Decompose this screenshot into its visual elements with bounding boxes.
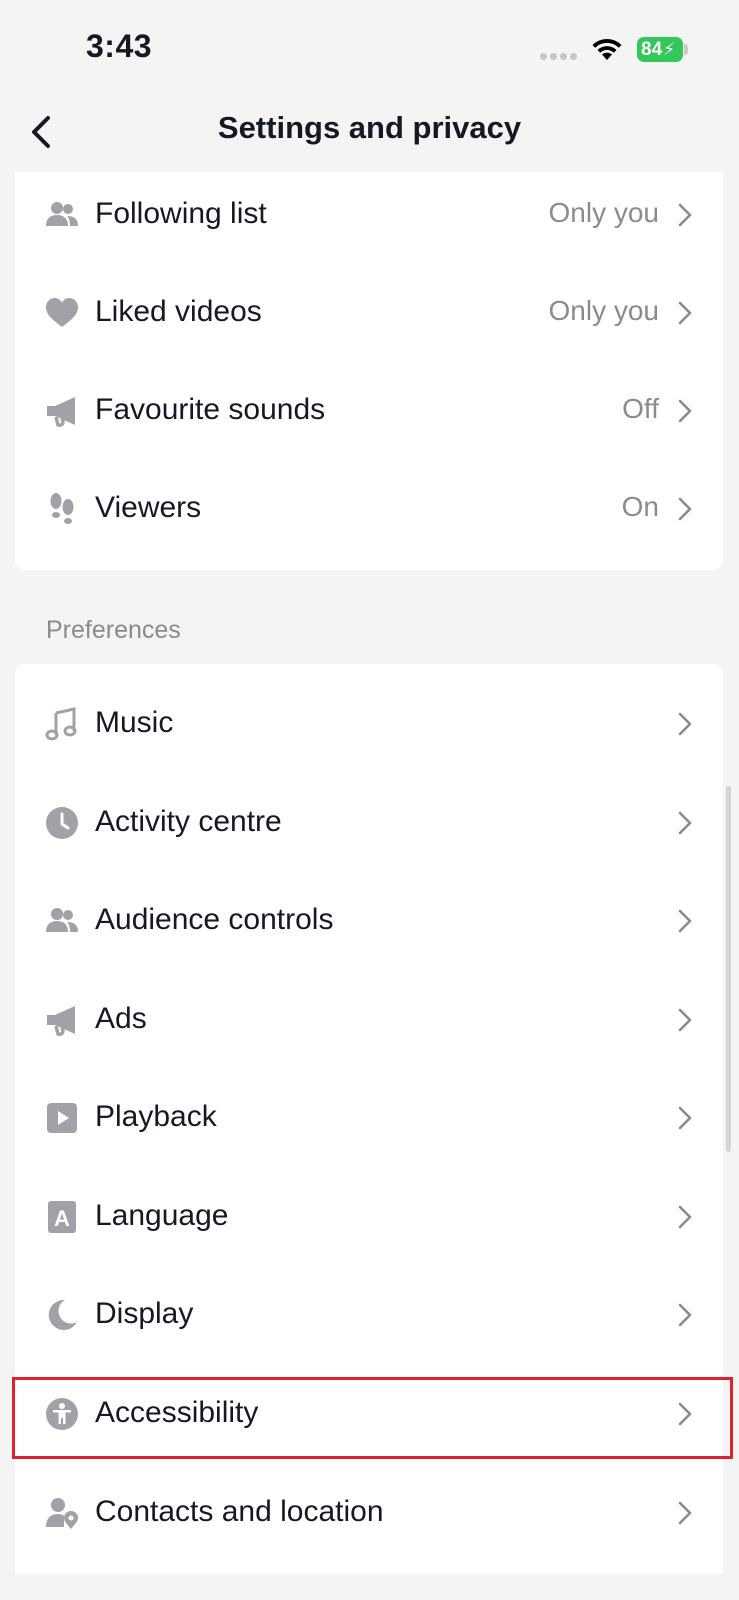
chevron-right-icon: [678, 811, 692, 835]
page-title: Settings and privacy: [217, 110, 522, 145]
chevron-right-icon: [678, 203, 692, 227]
megaphone-icon: [47, 1006, 75, 1036]
row-value: On: [621, 491, 659, 522]
row-label: Accessibility: [95, 1396, 259, 1429]
row-music[interactable]: Music: [15, 675, 723, 773]
row-display[interactable]: Display: [15, 1266, 723, 1364]
people-icon: [46, 908, 78, 932]
row-language[interactable]: A Language: [15, 1168, 723, 1266]
status-time: 3:43: [86, 28, 153, 64]
row-favourite-sounds[interactable]: Favourite sounds Off: [15, 362, 723, 460]
row-label: Audience controls: [95, 903, 334, 936]
row-label: Music: [95, 706, 174, 739]
chevron-right-icon: [678, 1106, 692, 1130]
row-accessibility[interactable]: Accessibility: [15, 1365, 723, 1463]
scrollbar[interactable]: [726, 786, 731, 1152]
cellular-signal-icon: [540, 53, 578, 61]
row-label: Contacts and location: [95, 1495, 384, 1528]
row-liked-videos[interactable]: Liked videos Only you: [15, 264, 723, 362]
row-label: Viewers: [95, 491, 202, 524]
battery-icon: 84 ⚡: [637, 37, 683, 62]
people-icon: [46, 202, 78, 226]
row-viewers[interactable]: Viewers On: [15, 460, 723, 558]
row-value: Off: [622, 393, 659, 424]
row-following-list[interactable]: Following list Only you: [15, 166, 723, 264]
battery-level: 84: [641, 38, 663, 60]
status-bar: 3:43 84 ⚡: [0, 0, 739, 96]
chevron-right-icon: [678, 497, 692, 521]
person-location-icon: [46, 1498, 78, 1529]
row-label: Favourite sounds: [95, 393, 326, 426]
row-label: Activity centre: [95, 805, 282, 838]
battery-cap: [684, 44, 688, 55]
row-label: Liked videos: [95, 295, 262, 328]
heart-icon: [46, 298, 78, 327]
row-label: Following list: [95, 197, 267, 230]
row-activity-centre[interactable]: Activity centre: [15, 774, 723, 872]
row-ads[interactable]: Ads: [15, 971, 723, 1069]
letter-a-icon: A: [48, 1201, 76, 1233]
chevron-right-icon: [678, 1303, 692, 1327]
row-contacts-and-location[interactable]: Contacts and location: [15, 1464, 723, 1562]
row-audience-controls[interactable]: Audience controls: [15, 872, 723, 970]
chevron-right-icon: [678, 1402, 692, 1426]
chevron-right-icon: [678, 399, 692, 423]
chevron-right-icon: [678, 1501, 692, 1525]
letter-a-glyph: A: [54, 1206, 70, 1231]
clock-icon: [46, 807, 78, 839]
accessibility-icon: [46, 1398, 78, 1430]
row-playback[interactable]: Playback: [15, 1069, 723, 1167]
chevron-right-icon: [678, 909, 692, 933]
chevron-right-icon: [678, 712, 692, 736]
megaphone-icon: [47, 397, 75, 427]
section-label-preferences: Preferences: [46, 616, 181, 644]
row-label: Playback: [95, 1100, 217, 1133]
chevron-right-icon: [678, 1008, 692, 1032]
moon-icon: [48, 1299, 77, 1330]
row-label: Ads: [95, 1002, 147, 1035]
row-value: Only you: [548, 197, 660, 228]
play-icon: [47, 1103, 77, 1133]
footprints-icon: [50, 493, 74, 524]
nav-bar: Settings and privacy: [0, 96, 739, 172]
row-label: Language: [95, 1199, 229, 1232]
music-note-icon: [45, 707, 77, 741]
chevron-right-icon: [678, 301, 692, 325]
row-value: Only you: [548, 295, 660, 326]
row-label: Display: [95, 1297, 194, 1330]
wifi-icon: [592, 38, 622, 60]
chevron-right-icon: [678, 1205, 692, 1229]
